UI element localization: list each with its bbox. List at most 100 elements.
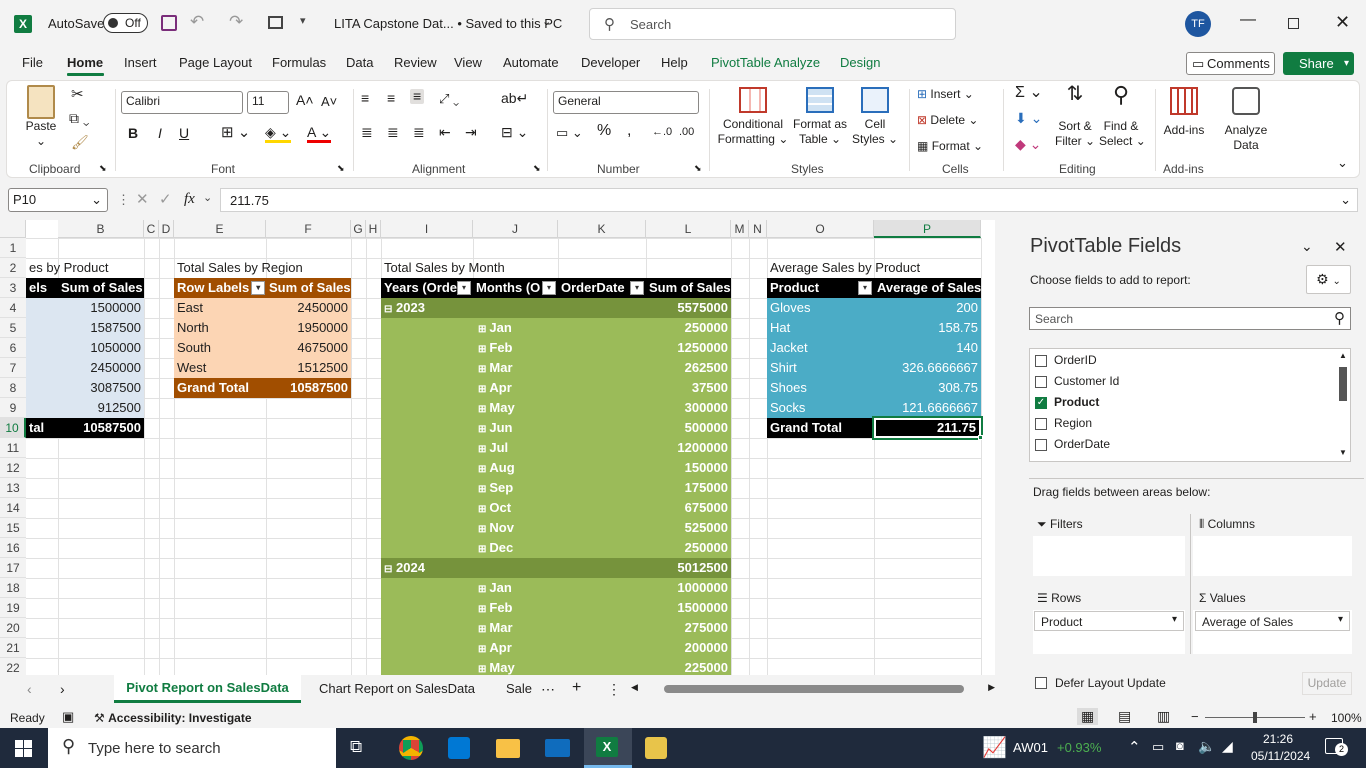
month-value[interactable]: 1200000 bbox=[646, 438, 731, 458]
filter-dropdown-icon[interactable]: ▾ bbox=[457, 281, 471, 295]
rows-area[interactable]: Product ▾ bbox=[1033, 610, 1185, 654]
zoom-in-icon[interactable]: + bbox=[1309, 709, 1317, 724]
row-header-15[interactable]: 15 bbox=[0, 518, 26, 538]
dialog-launcher-icon[interactable]: ⬊ bbox=[694, 161, 702, 176]
avg-value[interactable]: 121.6666667 bbox=[874, 398, 981, 418]
normal-view-icon[interactable]: ▦ bbox=[1077, 708, 1099, 725]
expand-icon[interactable]: ⊞ bbox=[478, 404, 486, 415]
tab-design[interactable]: Design bbox=[840, 55, 880, 70]
windows-start-icon[interactable] bbox=[15, 740, 32, 757]
values-field-chip[interactable]: Average of Sales ▾ bbox=[1195, 611, 1350, 631]
minimize-icon[interactable]: — bbox=[1240, 11, 1256, 29]
format-as-table-button[interactable]: Format as Table ⌄ bbox=[792, 87, 848, 147]
form-icon[interactable] bbox=[268, 16, 283, 29]
scroll-up-icon[interactable]: ▲ bbox=[1339, 351, 1347, 360]
col-header-O[interactable]: O bbox=[767, 220, 874, 238]
month-value[interactable]: 200000 bbox=[646, 638, 731, 658]
zoom-out-icon[interactable]: − bbox=[1191, 709, 1199, 724]
month-label[interactable]: ⊞ Jun bbox=[473, 418, 558, 438]
dialog-launcher-icon[interactable]: ⬊ bbox=[533, 161, 541, 176]
expand-icon[interactable]: ⊞ bbox=[478, 664, 486, 675]
expand-icon[interactable]: ⊞ bbox=[478, 644, 486, 655]
decrease-indent-icon[interactable]: ⇤ bbox=[439, 125, 451, 140]
mail-icon[interactable] bbox=[545, 739, 570, 757]
tab-automate[interactable]: Automate bbox=[503, 55, 559, 70]
tab-pivottable-analyze[interactable]: PivotTable Analyze bbox=[711, 55, 820, 70]
month-value[interactable]: 275000 bbox=[646, 618, 731, 638]
field-checkbox[interactable]: ✓ bbox=[1035, 396, 1047, 409]
filter-dropdown-icon[interactable]: ▾ bbox=[858, 281, 872, 295]
borders-icon[interactable]: ⊞ ⌄ bbox=[221, 125, 250, 140]
paste-button[interactable]: Paste ⌄ bbox=[21, 85, 61, 149]
sort-filter-button[interactable]: ⇅ Sort & Filter ⌄ bbox=[1055, 84, 1095, 149]
fill-handle[interactable] bbox=[978, 435, 983, 440]
col-header-N[interactable]: N bbox=[749, 220, 767, 238]
tab-file[interactable]: File bbox=[22, 55, 43, 70]
expand-icon[interactable]: ⊞ bbox=[478, 444, 486, 455]
selected-cell-P10[interactable]: 211.75 bbox=[872, 416, 983, 440]
format-cells-button[interactable]: ▦ Format ⌄ bbox=[917, 139, 983, 154]
region-label[interactable]: North bbox=[174, 318, 266, 338]
row-header-17[interactable]: 17 bbox=[0, 558, 26, 578]
tab-developer[interactable]: Developer bbox=[581, 55, 640, 70]
tab-page-layout[interactable]: Page Layout bbox=[179, 55, 252, 70]
comma-style-icon[interactable]: , bbox=[627, 123, 631, 139]
horizontal-scrollbar[interactable]: ◀ ▶ bbox=[628, 682, 998, 696]
month-label[interactable]: ⊞ Jan bbox=[473, 318, 558, 338]
month-label[interactable]: ⊞ Jul bbox=[473, 438, 558, 458]
row-header-11[interactable]: 11 bbox=[0, 438, 26, 458]
year-label[interactable]: ⊟ 2024 bbox=[381, 558, 473, 578]
col-header-E[interactable]: E bbox=[174, 220, 266, 238]
expand-icon[interactable]: ⊞ bbox=[478, 524, 486, 535]
save-icon[interactable] bbox=[161, 15, 177, 31]
pivot-header-label[interactable]: Row Labels ▾ bbox=[174, 278, 266, 298]
defer-checkbox[interactable] bbox=[1035, 677, 1047, 689]
col-header-F[interactable]: F bbox=[266, 220, 351, 238]
app-icon[interactable] bbox=[645, 737, 667, 759]
search-box[interactable]: ⚲ Search bbox=[589, 8, 956, 40]
month-label[interactable]: ⊞ Aug bbox=[473, 458, 558, 478]
formula-input[interactable]: 211.75 ⌄ bbox=[220, 188, 1358, 212]
sheet-tab-sale[interactable]: Sale bbox=[500, 675, 540, 703]
camera-icon[interactable]: ◙ bbox=[1176, 738, 1184, 753]
zoom-level[interactable]: 100% bbox=[1331, 711, 1362, 725]
name-box[interactable]: P10 ⌄ bbox=[8, 188, 108, 212]
field-search-input[interactable]: Search ⚲ bbox=[1029, 307, 1351, 330]
insert-function-icon[interactable]: fx bbox=[184, 191, 195, 208]
close-icon[interactable]: ✕ bbox=[1334, 238, 1347, 256]
col-header-I[interactable]: I bbox=[381, 220, 473, 238]
find-select-button[interactable]: ⚲ Find & Select ⌄ bbox=[1099, 84, 1146, 149]
prev-sheet-icon[interactable]: ‹ bbox=[27, 681, 32, 697]
collapse-icon[interactable]: ⊟ bbox=[384, 564, 392, 575]
row-header-12[interactable]: 12 bbox=[0, 458, 26, 478]
tab-formulas[interactable]: Formulas bbox=[272, 55, 326, 70]
increase-font-icon[interactable]: A˄ bbox=[296, 93, 314, 108]
month-value[interactable]: 1250000 bbox=[646, 338, 731, 358]
field-item[interactable]: Region bbox=[1035, 416, 1092, 434]
taskbar-search[interactable]: ⚲ Type here to search bbox=[48, 728, 336, 768]
col-header-J[interactable]: J bbox=[473, 220, 558, 238]
expand-icon[interactable]: ⊞ bbox=[478, 504, 486, 515]
collapse-ribbon-icon[interactable]: ⌄ bbox=[1337, 155, 1348, 170]
delete-cells-button[interactable]: ⊠ Delete ⌄ bbox=[917, 113, 978, 128]
row-header-14[interactable]: 14 bbox=[0, 498, 26, 518]
rows-field-chip[interactable]: Product ▾ bbox=[1034, 611, 1184, 631]
analyze-data-button[interactable]: Analyze Data bbox=[1217, 87, 1275, 153]
tab-view[interactable]: View bbox=[454, 55, 482, 70]
region-label[interactable]: East bbox=[174, 298, 266, 318]
chevron-down-icon[interactable]: ⌄ bbox=[203, 191, 212, 204]
avg-label[interactable]: Socks bbox=[767, 398, 874, 418]
chevron-up-icon[interactable]: ⌃ bbox=[1128, 738, 1141, 756]
wrap-text-icon[interactable]: ab↵ bbox=[501, 91, 528, 106]
month-value[interactable]: 300000 bbox=[646, 398, 731, 418]
month-value[interactable]: 500000 bbox=[646, 418, 731, 438]
month-value[interactable]: 250000 bbox=[646, 318, 731, 338]
col-header-G[interactable]: G bbox=[351, 220, 366, 238]
month-value[interactable]: 1000000 bbox=[646, 578, 731, 598]
cut-icon[interactable]: ✂ bbox=[71, 87, 84, 102]
zoom-slider-thumb[interactable] bbox=[1253, 712, 1257, 723]
store-icon[interactable] bbox=[448, 737, 470, 759]
avatar[interactable]: TF bbox=[1185, 11, 1211, 37]
row-header-5[interactable]: 5 bbox=[0, 318, 26, 338]
row-header-20[interactable]: 20 bbox=[0, 618, 26, 638]
